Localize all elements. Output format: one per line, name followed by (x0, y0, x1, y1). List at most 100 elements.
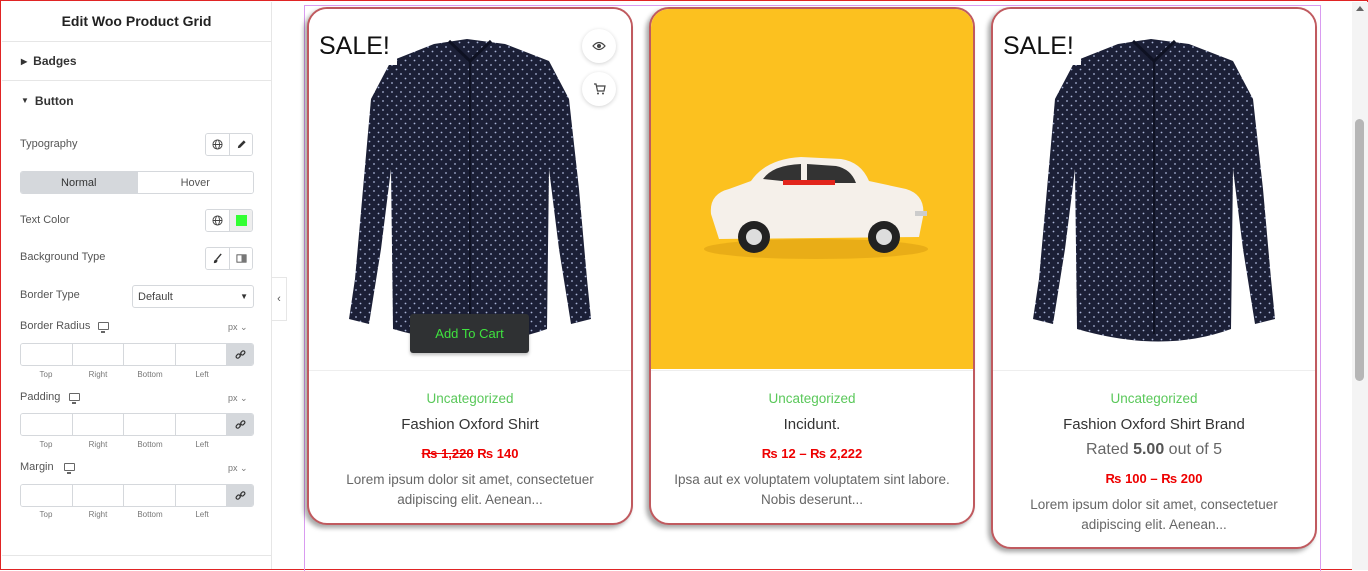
dim-label-top: Top (39, 440, 53, 449)
scroll-up-icon[interactable] (1356, 6, 1364, 11)
globe-icon[interactable] (206, 134, 229, 155)
background-type-controls (205, 247, 253, 270)
color-swatch[interactable] (229, 210, 252, 231)
sale-badge: SALE! (312, 27, 397, 65)
dim-bottom-input[interactable] (124, 485, 176, 506)
card-divider (309, 370, 631, 371)
card-divider (651, 370, 973, 371)
desktop-icon[interactable] (64, 463, 75, 474)
dim-left-input[interactable] (175, 414, 227, 435)
border-radius-unit[interactable]: px ⌄ (228, 322, 248, 333)
panel-divider (2, 555, 271, 556)
product-image-car[interactable] (651, 9, 973, 369)
rating-value: 5.00 (1133, 441, 1165, 458)
dim-top-input[interactable] (21, 485, 73, 506)
pencil-icon[interactable] (229, 134, 252, 155)
product-price: ₨ 1,220 ₨ 140 (309, 446, 631, 461)
add-to-cart-button[interactable]: Add To Cart (410, 314, 529, 353)
desktop-icon[interactable] (98, 322, 109, 333)
background-type-label: Background Type (20, 251, 106, 263)
scroll-thumb[interactable] (1355, 119, 1364, 381)
rating-prefix: Rated (1085, 441, 1134, 458)
dim-label-left: Left (195, 440, 209, 449)
dim-bottom-input[interactable] (124, 344, 176, 365)
text-color-controls (205, 209, 253, 232)
section-button-label: Button (34, 93, 74, 108)
border-type-select[interactable]: Default ▼ (132, 285, 254, 308)
unit-label: px (228, 463, 238, 473)
dim-bottom-input[interactable] (124, 414, 176, 435)
dim-label-bottom: Bottom (137, 510, 163, 519)
dim-right-input[interactable] (72, 344, 124, 365)
product-category[interactable]: Uncategorized (651, 391, 973, 406)
quick-view-button[interactable] (582, 29, 616, 63)
cart-icon (593, 83, 606, 95)
gradient-icon[interactable] (229, 248, 252, 269)
dim-label-bottom: Bottom (137, 440, 163, 449)
border-radius-label: Border Radius (20, 320, 91, 332)
dim-left-input[interactable] (175, 485, 227, 506)
dim-right-input[interactable] (72, 414, 124, 435)
app-frame: Edit Woo Product Grid ▶ Badges ▼ Button … (0, 0, 1368, 571)
globe-icon[interactable] (206, 210, 229, 231)
link-icon[interactable] (227, 344, 253, 365)
editor-panel: Edit Woo Product Grid ▶ Badges ▼ Button … (2, 2, 272, 569)
product-category[interactable]: Uncategorized (993, 391, 1315, 406)
collapse-panel-button[interactable]: ‹ (272, 277, 287, 321)
text-color-label: Text Color (20, 214, 70, 226)
caret-down-icon: ▼ (21, 96, 29, 105)
padding-unit[interactable]: px ⌄ (228, 393, 248, 404)
dim-label-top: Top (39, 370, 53, 379)
margin-dim-labels: Top Right Bottom Left (20, 510, 228, 519)
price-new: ₨ 140 (477, 446, 519, 461)
dim-left-input[interactable] (175, 344, 227, 365)
dim-label-right: Right (88, 370, 108, 379)
brush-icon[interactable] (206, 248, 229, 269)
panel-title: Edit Woo Product Grid (2, 2, 271, 42)
product-rating: Rated 5.00 out of 5 (993, 441, 1315, 459)
state-tabs: Normal Hover (20, 171, 254, 194)
padding-dim-labels: Top Right Bottom Left (20, 440, 228, 449)
product-description: Lorem ipsum dolor sit amet, consectetuer… (1030, 497, 1278, 532)
section-button[interactable]: ▼ Button (2, 81, 271, 120)
dim-right-input[interactable] (72, 485, 124, 506)
product-name[interactable]: Fashion Oxford Shirt (309, 416, 631, 433)
unit-label: px (228, 393, 238, 403)
dim-top-input[interactable] (21, 344, 73, 365)
product-card[interactable]: SALE! Uncategorized Fashion Oxford Shirt… (991, 7, 1317, 549)
sale-badge: SALE! (996, 27, 1081, 65)
margin-unit[interactable]: px ⌄ (228, 463, 248, 474)
unit-label: px (228, 322, 238, 332)
product-name[interactable]: Fashion Oxford Shirt Brand (993, 416, 1315, 433)
product-name[interactable]: Incidunt. (651, 416, 973, 433)
add-to-cart-icon-button[interactable] (582, 72, 616, 106)
tab-hover[interactable]: Hover (136, 172, 253, 193)
price-old: ₨ 1,220 (421, 446, 474, 461)
link-icon[interactable] (227, 414, 253, 435)
dim-label-left: Left (195, 370, 209, 379)
section-badges[interactable]: ▶ Badges (2, 42, 271, 81)
dim-label-top: Top (39, 510, 53, 519)
rating-suffix: out of 5 (1164, 441, 1223, 458)
page-scrollbar[interactable] (1352, 2, 1368, 570)
dim-top-input[interactable] (21, 414, 73, 435)
section-badges-label: Badges (33, 54, 77, 68)
border-type-value: Default (138, 290, 173, 303)
desktop-icon[interactable] (69, 393, 80, 404)
chevron-down-icon: ▼ (240, 292, 248, 301)
dim-label-left: Left (195, 510, 209, 519)
product-description: Ipsa aut ex voluptatem voluptatem sint l… (674, 472, 950, 507)
border-type-label: Border Type (20, 289, 80, 301)
chevron-left-icon: ‹ (277, 293, 281, 305)
dim-label-right: Right (88, 510, 108, 519)
product-category[interactable]: Uncategorized (309, 391, 631, 406)
dim-label-right: Right (88, 440, 108, 449)
product-price: ₨ 100 – ₨ 200 (1105, 471, 1203, 486)
tab-normal[interactable]: Normal (21, 172, 137, 193)
product-card[interactable]: Uncategorized Incidunt. ₨ 12 – ₨ 2,222 I… (649, 7, 975, 525)
caret-right-icon: ▶ (21, 56, 28, 66)
margin-inputs (20, 484, 254, 507)
link-icon[interactable] (227, 485, 253, 506)
margin-label: Margin (20, 461, 54, 473)
product-card[interactable]: SALE! Add To Cart Uncategorized Fashion … (307, 7, 633, 525)
